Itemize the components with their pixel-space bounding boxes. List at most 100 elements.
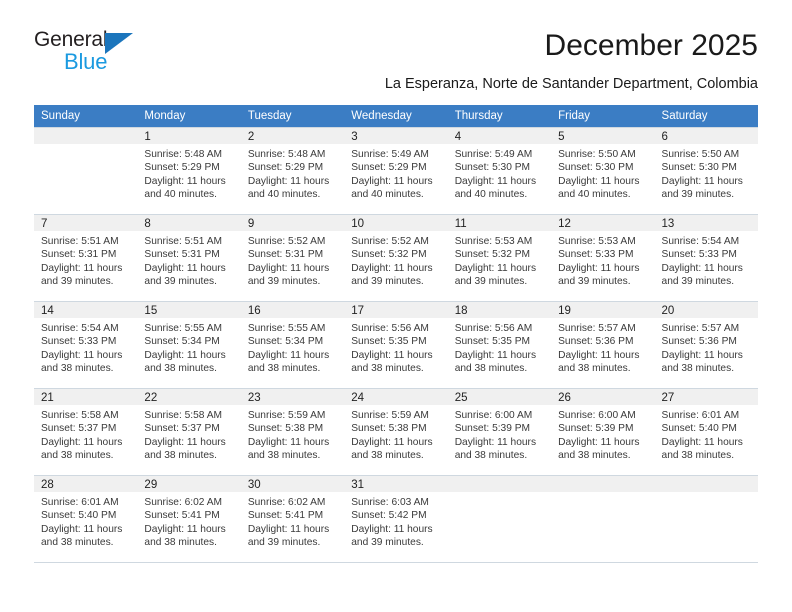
sunset-text: Sunset: 5:38 PM: [247, 423, 324, 435]
sunset-text: Sunset: 5:35 PM: [454, 336, 531, 348]
sunrise-text: Sunrise: 5:50 AM: [661, 149, 740, 160]
page-subtitle: La Esperanza, Norte de Santander Departm…: [384, 76, 758, 92]
day-details: Sunrise: 5:58 AM Sunset: 5:37 PM Daylight:…: [137, 405, 240, 463]
day-number: 20: [654, 302, 758, 318]
daylight-text: Daylight: 11 hours and 38 minutes.: [247, 349, 330, 375]
calendar-day-cell[interactable]: 29 Sunrise: 6:02 AM Sunset: 5:41 PM Dayligh…: [137, 475, 241, 563]
calendar-day-cell[interactable]: 15 Sunrise: 5:55 AM Sunset: 5:34 PM Dayligh…: [137, 301, 241, 389]
calendar-day-cell[interactable]: 13 Sunrise: 5:54 AM Sunset: 5:33 PM Dayligh…: [654, 214, 758, 302]
sunrise-text: Sunrise: 5:56 AM: [454, 323, 533, 334]
day-details: Sunrise: 5:57 AM Sunset: 5:36 PM Daylight:…: [655, 318, 758, 376]
sunrise-text: Sunrise: 6:00 AM: [558, 410, 636, 421]
day-details: Sunrise: 6:03 AM Sunset: 5:42 PM Daylight:…: [344, 492, 447, 550]
day-details: Sunrise: 6:02 AM Sunset: 5:41 PM Daylight:…: [137, 492, 240, 550]
daylight-text: Daylight: 11 hours and 39 minutes.: [144, 262, 226, 288]
day-details: Sunrise: 5:57 AM Sunset: 5:36 PM Daylight:…: [551, 318, 654, 376]
calendar-day-cell[interactable]: 8 Sunrise: 5:51 AM Sunset: 5:31 PM Daylight…: [137, 214, 241, 302]
day-number: 17: [344, 302, 448, 318]
sunset-text: Sunset: 5:31 PM: [247, 249, 324, 261]
general-blue-logo[interactable]: General Blue: [34, 28, 184, 76]
day-details: Sunrise: 5:52 AM Sunset: 5:31 PM Daylight:…: [241, 231, 344, 289]
daylight-text: Daylight: 11 hours and 38 minutes.: [661, 349, 743, 375]
sunset-text: Sunset: 5:30 PM: [558, 162, 634, 174]
day-number: 2: [240, 128, 345, 144]
day-details: Sunrise: 6:00 AM Sunset: 5:39 PM Daylight:…: [448, 405, 551, 463]
calendar-day-cell[interactable]: 28 Sunrise: 6:01 AM Sunset: 5:40 PM Dayligh…: [34, 475, 138, 563]
calendar-day-cell[interactable]: 30 Sunrise: 6:02 AM Sunset: 5:41 PM Dayligh…: [240, 475, 345, 563]
sunset-text: Sunset: 5:29 PM: [247, 162, 324, 174]
day-details: Sunrise: 5:59 AM Sunset: 5:38 PM Daylight:…: [241, 405, 344, 463]
calendar-day-cell[interactable]: 22 Sunrise: 5:58 AM Sunset: 5:37 PM Dayligh…: [137, 388, 241, 476]
day-details: Sunrise: 5:49 AM Sunset: 5:30 PM Daylight:…: [448, 144, 551, 202]
sunrise-text: Sunrise: 5:57 AM: [558, 323, 636, 334]
calendar-day-cell[interactable]: 31 Sunrise: 6:03 AM Sunset: 5:42 PM Dayligh…: [344, 475, 448, 563]
day-number: 30: [240, 476, 345, 492]
calendar-day-cell[interactable]: 5 Sunrise: 5:50 AM Sunset: 5:30 PM Daylight…: [551, 127, 655, 215]
calendar-day-cell[interactable]: 7 Sunrise: 5:51 AM Sunset: 5:31 PM Daylight…: [34, 214, 138, 302]
day-details: Sunrise: 5:52 AM Sunset: 5:32 PM Daylight:…: [344, 231, 447, 289]
weekday-header: Sunday Monday Tuesday Wednesday Thursday Frid…: [34, 105, 758, 128]
calendar-day-cell[interactable]: 3 Sunrise: 5:49 AM Sunset: 5:29 PM Daylight…: [344, 127, 448, 215]
day-details: Sunrise: 5:56 AM Sunset: 5:35 PM Daylight:…: [448, 318, 551, 376]
calendar-day-cell[interactable]: 2 Sunrise: 5:48 AM Sunset: 5:29 PM Daylight…: [240, 127, 345, 215]
calendar-day-cell[interactable]: 26 Sunrise: 6:00 AM Sunset: 5:39 PM Dayligh…: [551, 388, 655, 476]
sunset-text: Sunset: 5:34 PM: [247, 336, 324, 348]
sunset-text: Sunset: 5:42 PM: [351, 510, 427, 522]
sunset-text: Sunset: 5:33 PM: [41, 336, 117, 348]
sunrise-text: Sunrise: 5:49 AM: [351, 149, 429, 160]
day-details: Sunrise: 5:53 AM Sunset: 5:33 PM Daylight:…: [551, 231, 654, 289]
calendar-day-cell[interactable]: 24 Sunrise: 5:59 AM Sunset: 5:38 PM Dayligh…: [344, 388, 448, 476]
day-details: Sunrise: 5:56 AM Sunset: 5:35 PM Daylight:…: [344, 318, 447, 376]
day-number: 28: [34, 476, 138, 492]
day-number: 7: [34, 215, 138, 231]
sunset-text: Sunset: 5:41 PM: [144, 510, 220, 522]
calendar-day-cell[interactable]: 27 Sunrise: 6:01 AM Sunset: 5:40 PM Dayligh…: [654, 388, 758, 476]
calendar-day-cell[interactable]: 18 Sunrise: 5:56 AM Sunset: 5:35 PM Dayligh…: [447, 301, 552, 389]
day-number: 3: [344, 128, 448, 144]
sunset-text: Sunset: 5:29 PM: [351, 162, 427, 174]
sunset-text: Sunset: 5:35 PM: [351, 336, 427, 348]
calendar-day-cell[interactable]: 21 Sunrise: 5:58 AM Sunset: 5:37 PM Dayligh…: [34, 388, 138, 476]
calendar-day-cell[interactable]: 16 Sunrise: 5:55 AM Sunset: 5:34 PM Dayligh…: [240, 301, 345, 389]
sunrise-text: Sunrise: 5:50 AM: [558, 149, 636, 160]
sunset-text: Sunset: 5:40 PM: [661, 423, 737, 435]
page-header: General Blue December 2025 La Esperanza,…: [0, 0, 792, 92]
day-details: Sunrise: 5:51 AM Sunset: 5:31 PM Daylight:…: [34, 231, 137, 289]
calendar-cell-empty: [34, 127, 138, 215]
day-number: 18: [447, 302, 552, 318]
calendar-day-cell[interactable]: 4 Sunrise: 5:49 AM Sunset: 5:30 PM Daylight…: [447, 127, 552, 215]
day-number: 21: [34, 389, 138, 405]
calendar-day-cell[interactable]: 19 Sunrise: 5:57 AM Sunset: 5:36 PM Dayligh…: [551, 301, 655, 389]
calendar-day-cell[interactable]: 12 Sunrise: 5:53 AM Sunset: 5:33 PM Dayligh…: [551, 214, 655, 302]
calendar-table: Sunday Monday Tuesday Wednesday Thursday Frid…: [34, 105, 758, 563]
day-details: Sunrise: 5:50 AM Sunset: 5:30 PM Daylight:…: [655, 144, 758, 202]
day-details: Sunrise: 5:48 AM Sunset: 5:29 PM Daylight:…: [241, 144, 344, 202]
day-number: 13: [654, 215, 758, 231]
day-number: 6: [654, 128, 758, 144]
weekday-header-wednesday: Wednesday: [344, 105, 448, 128]
calendar-day-cell[interactable]: 1 Sunrise: 5:48 AM Sunset: 5:29 PM Daylight…: [137, 127, 241, 215]
day-details: Sunrise: 5:53 AM Sunset: 5:32 PM Daylight:…: [448, 231, 551, 289]
calendar-day-cell[interactable]: 9 Sunrise: 5:52 AM Sunset: 5:31 PM Daylight…: [240, 214, 345, 302]
calendar-day-cell[interactable]: 20 Sunrise: 5:57 AM Sunset: 5:36 PM Dayligh…: [654, 301, 758, 389]
day-details: Sunrise: 5:50 AM Sunset: 5:30 PM Daylight:…: [551, 144, 654, 202]
calendar-day-cell[interactable]: 14 Sunrise: 5:54 AM Sunset: 5:33 PM Dayligh…: [34, 301, 138, 389]
daylight-text: Daylight: 11 hours and 39 minutes.: [661, 175, 743, 201]
sunrise-text: Sunrise: 6:01 AM: [41, 497, 119, 508]
sunrise-text: Sunrise: 5:58 AM: [144, 410, 223, 421]
calendar-day-cell[interactable]: 17 Sunrise: 5:56 AM Sunset: 5:35 PM Dayligh…: [344, 301, 448, 389]
day-details: Sunrise: 5:55 AM Sunset: 5:34 PM Daylight:…: [241, 318, 344, 376]
calendar-day-cell[interactable]: 6 Sunrise: 5:50 AM Sunset: 5:30 PM Daylight…: [654, 127, 758, 215]
calendar-day-cell[interactable]: 10 Sunrise: 5:52 AM Sunset: 5:32 PM Dayligh…: [344, 214, 448, 302]
day-number: 5: [551, 128, 655, 144]
sunset-text: Sunset: 5:30 PM: [454, 162, 531, 174]
sunset-text: Sunset: 5:39 PM: [558, 423, 634, 435]
calendar-day-cell[interactable]: 23 Sunrise: 5:59 AM Sunset: 5:38 PM Dayligh…: [240, 388, 345, 476]
day-details: Sunrise: 5:59 AM Sunset: 5:38 PM Daylight:…: [344, 405, 447, 463]
daylight-text: Daylight: 11 hours and 38 minutes.: [41, 349, 123, 375]
calendar-cell-empty: [654, 475, 758, 563]
calendar-day-cell[interactable]: 11 Sunrise: 5:53 AM Sunset: 5:32 PM Dayligh…: [447, 214, 552, 302]
sunset-text: Sunset: 5:33 PM: [661, 249, 737, 261]
day-number: 1: [137, 128, 241, 144]
calendar-day-cell[interactable]: 25 Sunrise: 6:00 AM Sunset: 5:39 PM Dayligh…: [447, 388, 552, 476]
